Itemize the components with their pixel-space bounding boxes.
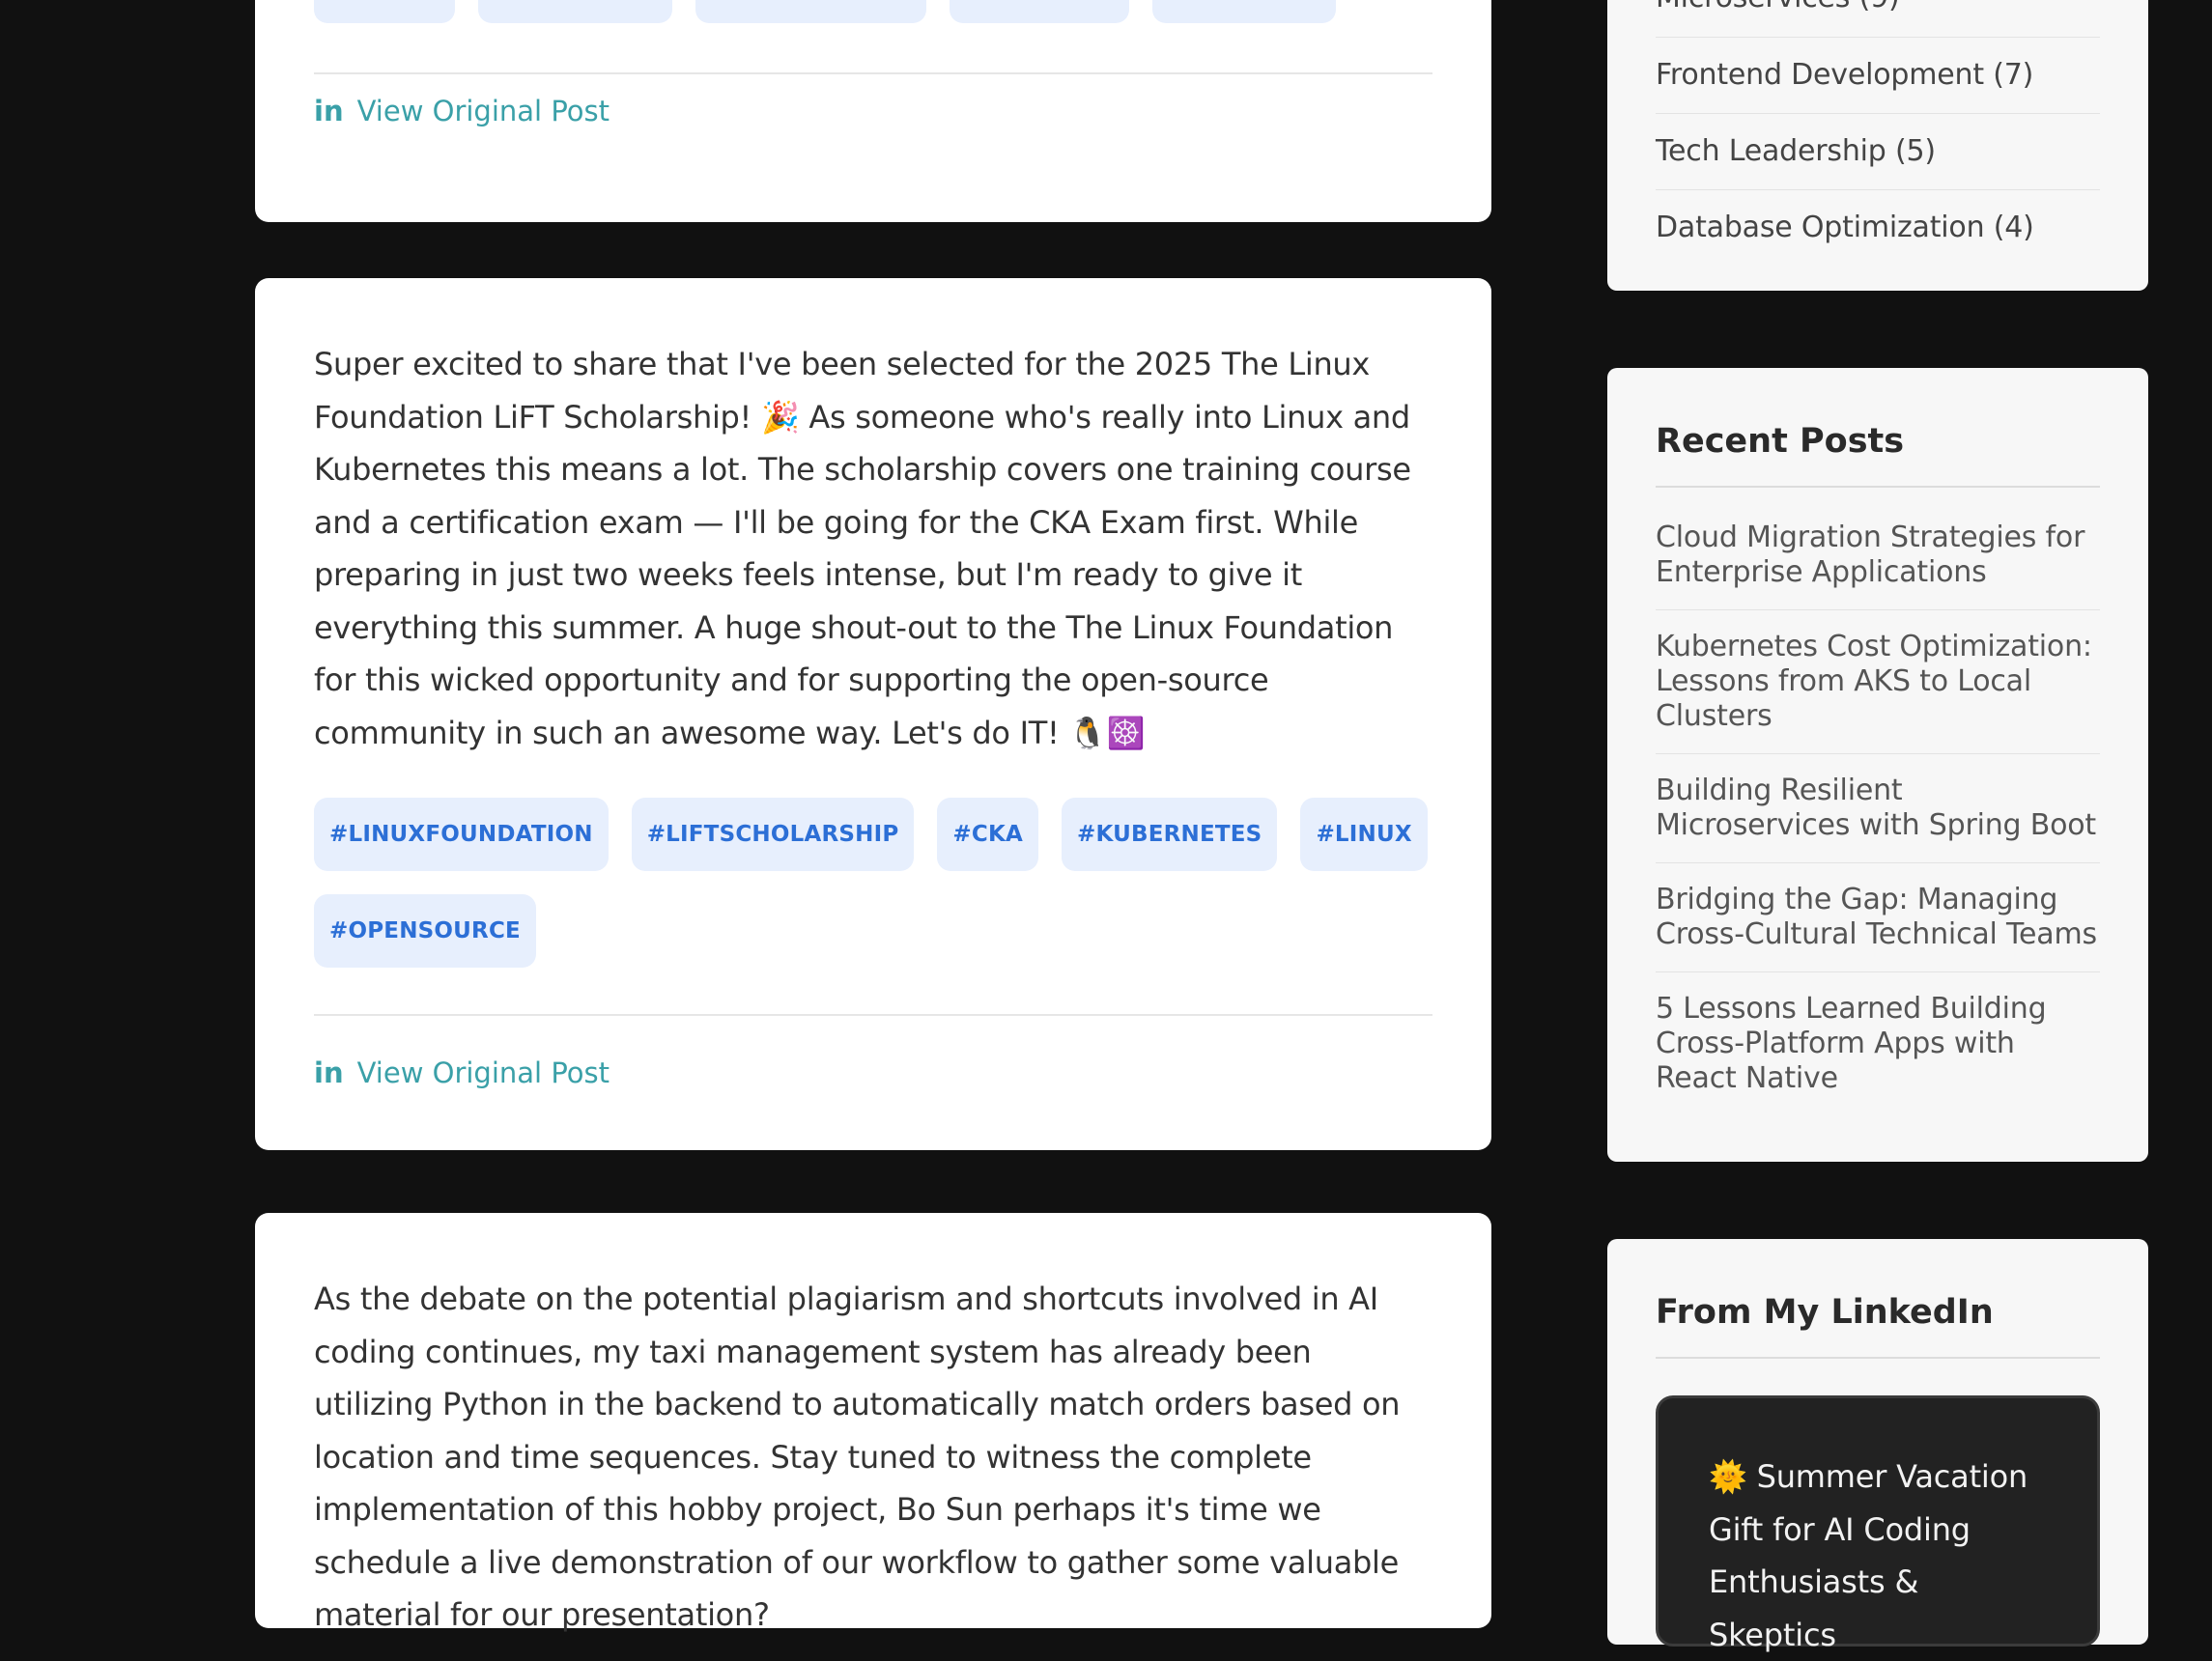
recent-posts-title: Recent Posts <box>1656 368 2100 488</box>
hashtag-chip[interactable]: #LINUX <box>1300 798 1428 871</box>
view-original-post-link[interactable]: in View Original Post <box>314 1056 1432 1089</box>
linkedin-post-text: 🌞 Summer Vacation Gift for AI Coding Ent… <box>1709 1458 2028 1653</box>
recent-posts-list: Cloud Migration Strategies for Enterpris… <box>1656 488 2100 1115</box>
category-item[interactable]: Microservices (9) <box>1656 0 2100 38</box>
hashtag-chip[interactable] <box>950 0 1129 23</box>
category-item[interactable]: Tech Leadership (5) <box>1656 114 2100 190</box>
card-divider <box>314 1014 1432 1016</box>
linkedin-widget-title: From My LinkedIn <box>1656 1239 2100 1359</box>
hashtag-chip[interactable]: #OPENSOURCE <box>314 894 536 968</box>
view-original-post-link[interactable]: in View Original Post <box>314 95 610 127</box>
card-divider <box>314 72 1432 74</box>
recent-post-link[interactable]: 5 Lessons Learned Building Cross-Platfor… <box>1656 972 2100 1115</box>
linkedin-icon: in <box>314 95 344 127</box>
post-card: As the debate on the potential plagiaris… <box>255 1213 1491 1633</box>
hashtag-chip[interactable] <box>314 0 455 23</box>
recent-post-link[interactable]: Bridging the Gap: Managing Cross-Cultura… <box>1656 863 2100 972</box>
categories-widget: Microservices (9) Frontend Development (… <box>1607 0 2148 291</box>
hashtag-list <box>314 0 1336 23</box>
linkedin-post-card[interactable]: 🌞 Summer Vacation Gift for AI Coding Ent… <box>1656 1395 2100 1653</box>
recent-post-link[interactable]: Kubernetes Cost Optimization: Lessons fr… <box>1656 610 2100 754</box>
view-original-post-label: View Original Post <box>356 95 610 127</box>
recent-post-link[interactable]: Cloud Migration Strategies for Enterpris… <box>1656 501 2100 610</box>
category-item[interactable]: Database Optimization (4) <box>1656 190 2100 266</box>
category-item[interactable]: Frontend Development (7) <box>1656 38 2100 114</box>
hashtag-chip[interactable]: #CKA <box>937 798 1038 871</box>
post-text: Super excited to share that I've been se… <box>314 346 1411 751</box>
hashtag-chip[interactable] <box>478 0 672 23</box>
linkedin-icon: in <box>314 1056 344 1089</box>
linkedin-widget: From My LinkedIn 🌞 Summer Vacation Gift … <box>1607 1239 2148 1653</box>
recent-post-link[interactable]: Building Resilient Microservices with Sp… <box>1656 754 2100 863</box>
post-text: As the debate on the potential plagiaris… <box>314 1281 1401 1633</box>
hashtag-chip[interactable]: #LIFTSCHOLARSHIP <box>631 798 915 871</box>
hashtag-chip[interactable] <box>695 0 926 23</box>
view-original-post-label: View Original Post <box>356 1056 610 1089</box>
hashtag-chip[interactable]: #KUBERNETES <box>1062 798 1278 871</box>
recent-posts-widget: Recent Posts Cloud Migration Strategies … <box>1607 368 2148 1162</box>
hashtag-list: #LINUXFOUNDATION #LIFTSCHOLARSHIP #CKA #… <box>314 798 1432 968</box>
post-card: in View Original Post <box>255 0 1491 222</box>
hashtag-chip[interactable] <box>1152 0 1336 23</box>
hashtag-chip[interactable]: #LINUXFOUNDATION <box>314 798 609 871</box>
category-list: Microservices (9) Frontend Development (… <box>1656 0 2100 266</box>
post-card: Super excited to share that I've been se… <box>255 278 1491 1150</box>
